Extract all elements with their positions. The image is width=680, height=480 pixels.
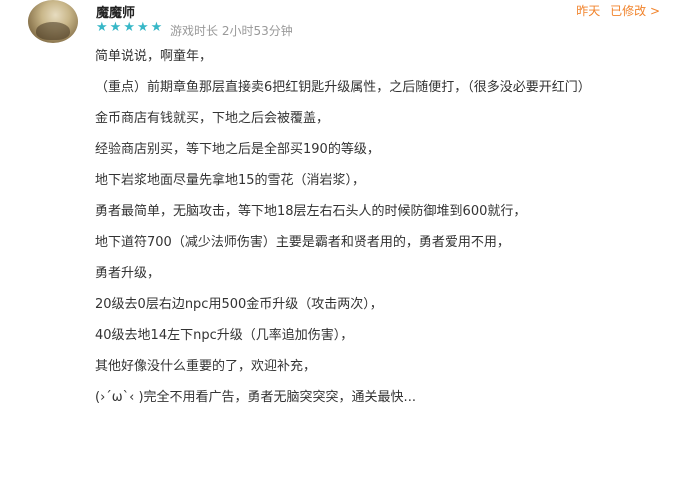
star-icon: ★ [109,20,122,35]
review-paragraph: 勇者最简单，无脑攻击，等下地18层左右石头人的时候防御堆到600就行， [95,204,527,219]
username[interactable]: 魔魔师 [96,2,135,21]
review-paragraph: 地下岩浆地面尽量先拿地15的雪花（消岩浆）， [95,173,366,188]
star-icon: ★ [123,20,135,35]
avatar[interactable] [28,0,78,43]
review-content: 简单说说，啊童年， （重点）前期章鱼那层直接卖6把红钥匙升级属性，之后随便打，（… [95,47,665,419]
review-paragraph: 勇者升级， [95,266,161,281]
review-meta[interactable]: 昨天 已修改 > [570,2,660,19]
star-icon: ★ [150,20,163,35]
review-paragraph: 其他好像没什么重要的了，欢迎补充， [95,359,317,374]
review-paragraph: 金币商店有钱就买，下地之后会被覆盖， [95,111,330,126]
review-paragraph: (›´ω`‹ )完全不用看广告，勇者无脑突突突，通关最快... [95,390,416,405]
review-paragraph: 40级去地14左下npc升级（几率追加伤害）， [95,328,354,343]
edited-link[interactable]: 已修改 > [610,4,660,18]
playtime: 游戏时长 2小时53分钟 [170,24,293,38]
review-paragraph: （重点）前期章鱼那层直接卖6把红钥匙升级属性，之后随便打，（很多没必要开红门） [95,80,591,95]
rating-stars: ★ ★ ★ ★ ★ [96,21,162,35]
review-paragraph: 经验商店别买，等下地之后是全部买190的等级， [95,142,380,157]
review-paragraph: 简单说说，啊童年， [95,49,213,64]
review-paragraph: 20级去0层右边npc用500金币升级（攻击两次）， [95,297,383,312]
review-date: 昨天 [576,4,601,18]
review-paragraph: 地下道符700（减少法师伤害）主要是霸者和贤者用的，勇者爱用不用， [95,235,510,250]
star-icon: ★ [136,20,149,35]
star-icon: ★ [96,20,108,35]
